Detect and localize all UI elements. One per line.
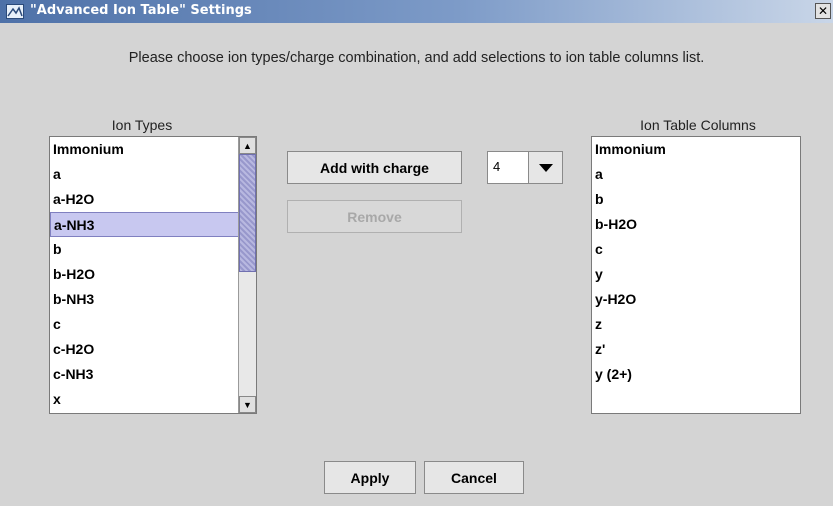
scroll-down-button[interactable]: ▼ (239, 396, 256, 413)
list-item[interactable]: c (50, 312, 256, 337)
list-item[interactable]: b-H2O (50, 262, 256, 287)
close-icon: ✕ (817, 4, 829, 18)
arrow-down-icon: ▼ (243, 399, 252, 410)
title-bar[interactable]: "Advanced Ion Table" Settings ✕ (0, 0, 833, 23)
list-item[interactable]: c (592, 237, 800, 262)
scroll-up-button[interactable]: ▲ (239, 137, 256, 154)
add-with-charge-button[interactable]: Add with charge (287, 151, 462, 184)
ion-types-list[interactable]: Immonium a a-H2O a-NH3 b b-H2O b-NH3 c c-H2O c-NH… (49, 136, 257, 414)
apply-button[interactable]: Apply (324, 461, 416, 494)
chevron-down-icon (538, 163, 553, 172)
cancel-button[interactable]: Cancel (424, 461, 524, 494)
ion-table-columns-list[interactable]: Immonium a b b-H2O c y y-H2O z z' y (2+) (591, 136, 801, 414)
list-item[interactable]: Immonium (50, 137, 256, 162)
settings-dialog: "Advanced Ion Table" Settings ✕ Please c… (0, 0, 833, 506)
list-item[interactable]: b (592, 187, 800, 212)
remove-button[interactable]: Remove (287, 200, 462, 233)
list-item[interactable]: c-H2O (50, 337, 256, 362)
list-item[interactable]: Immonium (592, 137, 800, 162)
scroll-thumb[interactable] (239, 154, 256, 272)
window-title: "Advanced Ion Table" Settings (30, 3, 252, 18)
list-item[interactable]: a-H2O (50, 187, 256, 212)
instructions-text: Please choose ion types/charge combinati… (128, 50, 705, 66)
ion-types-label: Ion Types (111, 117, 173, 133)
list-item[interactable]: z (592, 312, 800, 337)
arrow-up-icon: ▲ (243, 140, 252, 151)
list-item[interactable]: b-H2O (592, 212, 800, 237)
list-item[interactable]: z' (592, 337, 800, 362)
list-item[interactable]: y (2+) (592, 362, 800, 387)
ion-types-scrollbar[interactable]: ▲ ▼ (238, 137, 256, 413)
close-button[interactable]: ✕ (815, 3, 831, 19)
list-item[interactable]: b (50, 237, 256, 262)
list-item[interactable]: a (592, 162, 800, 187)
ion-table-columns-label: Ion Table Columns (640, 117, 756, 133)
charge-select-value: 4 (493, 159, 501, 174)
list-item[interactable]: a-NH3 (50, 212, 256, 237)
list-item[interactable]: a (50, 162, 256, 187)
charge-select[interactable]: 4 (487, 151, 563, 184)
list-item[interactable]: y (592, 262, 800, 287)
app-icon (6, 4, 24, 19)
list-item[interactable]: b-NH3 (50, 287, 256, 312)
charge-select-toggle[interactable] (528, 152, 562, 183)
list-item[interactable]: x (50, 387, 256, 412)
list-item[interactable]: c-NH3 (50, 362, 256, 387)
list-item[interactable]: y-H2O (592, 287, 800, 312)
